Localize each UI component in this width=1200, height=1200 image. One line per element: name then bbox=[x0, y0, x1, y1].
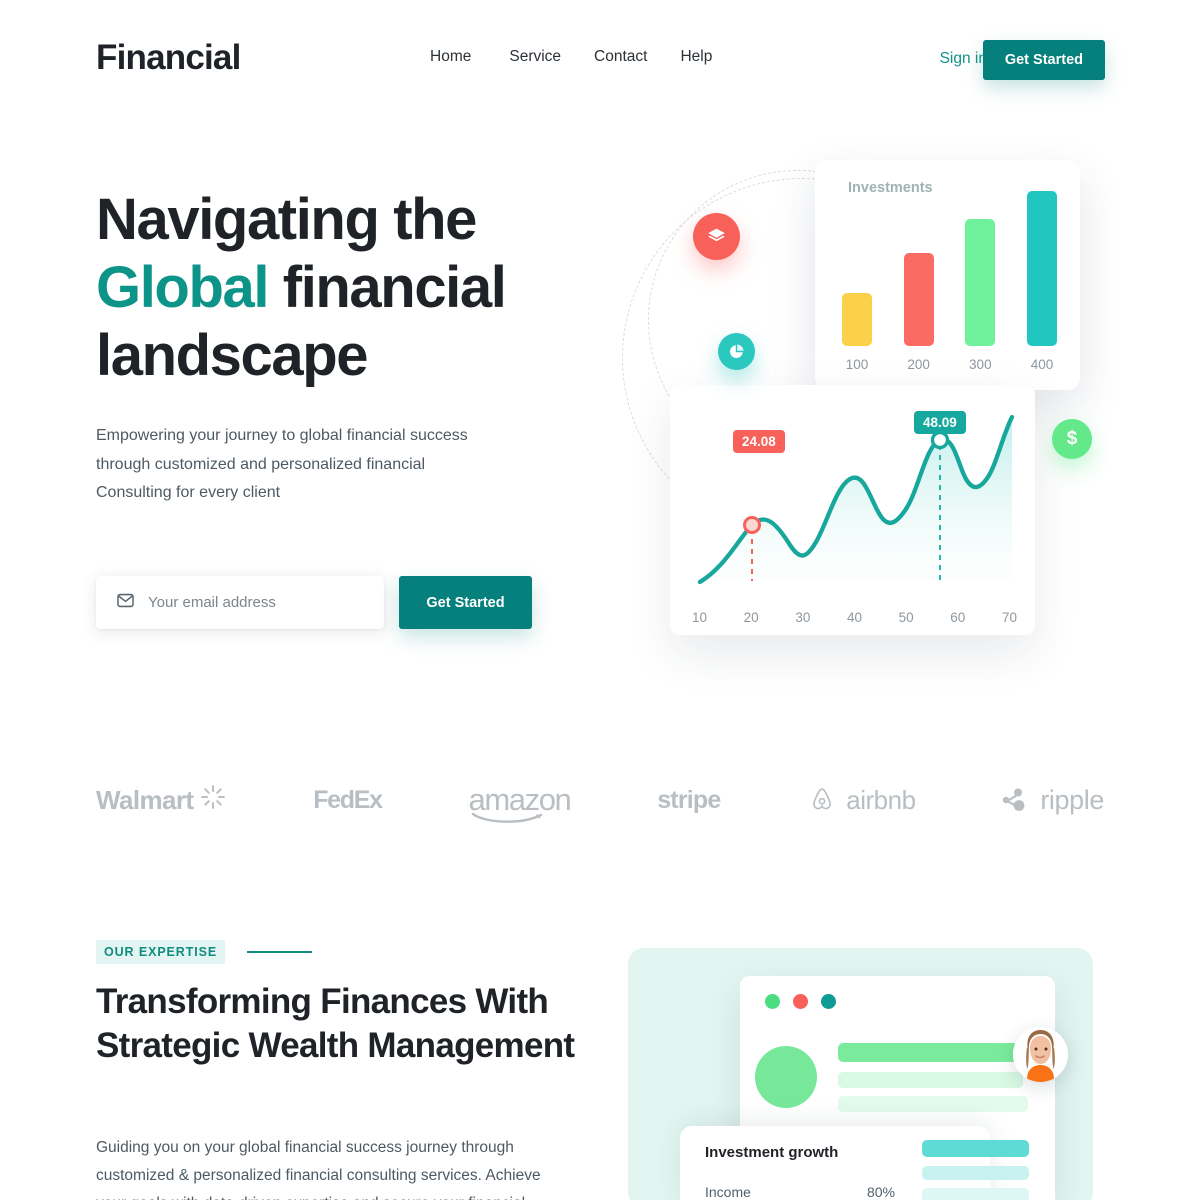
primary-nav: Home Service Contact Help bbox=[430, 48, 745, 66]
email-input-wrapper[interactable]: Your email address bbox=[96, 576, 384, 629]
eyebrow-divider bbox=[247, 951, 313, 953]
dashboard-row-bar-3 bbox=[838, 1096, 1028, 1112]
data-point-label-low: 24.08 bbox=[733, 430, 785, 453]
site-header: Financial Home Service Contact Help Sign… bbox=[0, 0, 1200, 118]
logo-wordmark[interactable]: Financial bbox=[96, 38, 241, 78]
bar-chart-bars bbox=[842, 191, 1057, 346]
brand-logo-airbnb: airbnb bbox=[807, 784, 916, 816]
avatar-portrait-icon bbox=[1013, 1027, 1068, 1082]
nav-item-service[interactable]: Service bbox=[509, 48, 594, 66]
ripple-mark-icon bbox=[1002, 787, 1032, 813]
bar-xtick: 300 bbox=[969, 357, 992, 372]
hero-subtitle: Empowering your journey to global financ… bbox=[96, 427, 468, 501]
hero-title-accent: Global bbox=[96, 255, 269, 320]
eyebrow-badge: OUR EXPERTISE bbox=[96, 940, 226, 964]
growth-bar-1 bbox=[922, 1140, 1029, 1157]
dashboard-row-bar-2 bbox=[838, 1072, 1023, 1088]
bar-200 bbox=[903, 253, 934, 346]
brand-logos-row: Walmart FedEx amazon stripe airbnb rippl… bbox=[96, 770, 1104, 830]
income-value: 80% bbox=[866, 1184, 895, 1200]
brand-logo-walmart: Walmart bbox=[96, 784, 226, 817]
pie-chart-icon bbox=[718, 333, 755, 370]
line-chart-xticks: 10 20 30 40 50 60 70 bbox=[692, 610, 1017, 625]
line-xtick: 10 bbox=[692, 610, 708, 625]
investments-bar-chart-card: Investments 100 200 300 400 bbox=[815, 160, 1080, 390]
bar-100 bbox=[842, 293, 872, 346]
window-controls bbox=[765, 994, 836, 1009]
nav-item-contact[interactable]: Contact bbox=[594, 48, 680, 66]
section-body: Guiding you on your global financial suc… bbox=[96, 1139, 541, 1200]
section-title: Transforming Finances With Strategic Wea… bbox=[96, 982, 575, 1065]
dollar-icon: $ bbox=[1052, 419, 1092, 459]
hero-title-line3: landscape bbox=[96, 323, 368, 388]
airbnb-mark-icon bbox=[807, 785, 837, 815]
section-eyebrow-row: OUR EXPERTISE bbox=[96, 940, 313, 964]
brand-logo-ripple: ripple bbox=[1002, 785, 1104, 816]
window-dot-red bbox=[793, 994, 808, 1009]
line-xtick: 30 bbox=[795, 610, 811, 625]
bar-xtick: 400 bbox=[1030, 357, 1054, 372]
dashboard-avatar-placeholder bbox=[755, 1046, 817, 1108]
line-chart-svg bbox=[697, 414, 1015, 585]
brand-label: FedEx bbox=[313, 785, 383, 814]
brand-label: airbnb bbox=[846, 784, 916, 815]
envelope-icon bbox=[116, 591, 135, 615]
bar-xtick: 200 bbox=[907, 357, 930, 372]
bar-300 bbox=[965, 219, 996, 346]
hero-title-line1: Navigating the bbox=[96, 187, 477, 252]
brand-logo-fedex: FedEx bbox=[313, 785, 383, 815]
bar-xtick: 100 bbox=[845, 357, 869, 372]
hero-title-line2: financial bbox=[268, 255, 507, 320]
get-started-button[interactable]: Get Started bbox=[982, 40, 1105, 80]
line-xtick: 60 bbox=[950, 610, 966, 625]
line-xtick: 50 bbox=[898, 610, 914, 625]
window-dot-teal bbox=[821, 994, 836, 1009]
avatar bbox=[1013, 1027, 1068, 1082]
growth-card-title: Investment growth bbox=[705, 1144, 839, 1161]
window-dot-green bbox=[765, 994, 780, 1009]
nav-item-help[interactable]: Help bbox=[680, 48, 745, 66]
brand-label: ripple bbox=[1040, 784, 1104, 815]
income-label: Income bbox=[705, 1184, 751, 1200]
nav-item-home[interactable]: Home bbox=[430, 48, 509, 66]
dashboard-row-bar-1 bbox=[838, 1043, 1018, 1062]
data-point-label-high: 48.09 bbox=[914, 411, 966, 434]
brand-logo-stripe: stripe bbox=[657, 785, 721, 815]
bar-400 bbox=[1026, 191, 1057, 346]
growth-bar-2 bbox=[922, 1166, 1029, 1180]
hero-get-started-button[interactable]: Get Started bbox=[399, 576, 532, 629]
line-xtick: 40 bbox=[846, 610, 862, 625]
growth-bar-3 bbox=[922, 1188, 1029, 1200]
growth-card-row: Income 80% bbox=[705, 1184, 895, 1200]
landing-page: Financial Home Service Contact Help Sign… bbox=[0, 0, 1200, 1200]
trend-line-chart-card: 24.08 48.09 10 20 30 40 50 60 70 bbox=[670, 385, 1035, 635]
layers-icon bbox=[693, 213, 740, 260]
amazon-smile-icon bbox=[471, 812, 542, 823]
bar-chart-xticks: 100 200 300 400 bbox=[842, 357, 1057, 372]
walmart-spark-icon bbox=[200, 784, 226, 817]
line-xtick: 20 bbox=[743, 610, 759, 625]
email-input-placeholder: Your email address bbox=[148, 594, 276, 611]
email-signup-form: Your email address Get Started bbox=[96, 576, 532, 629]
page-title: Navigating the Global financial landscap… bbox=[96, 186, 616, 390]
hero-illustration: Investments 100 200 300 400 24.08 48.09 … bbox=[622, 140, 1130, 680]
brand-label: stripe bbox=[657, 785, 721, 814]
line-xtick: 70 bbox=[1001, 610, 1017, 625]
sign-in-link[interactable]: Sign in bbox=[940, 50, 987, 68]
brand-label: Walmart bbox=[96, 784, 194, 815]
brand-logo-amazon: amazon bbox=[469, 782, 572, 823]
